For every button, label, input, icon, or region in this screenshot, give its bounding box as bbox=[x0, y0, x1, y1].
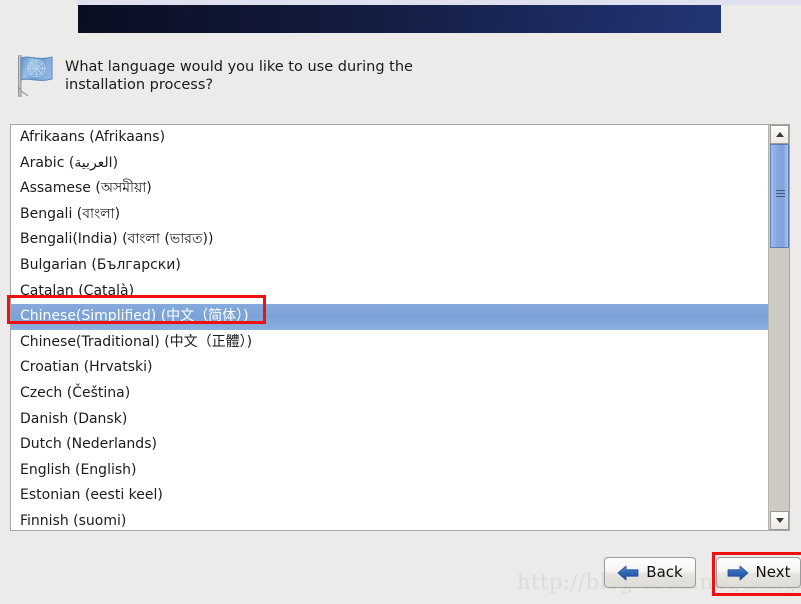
list-item[interactable]: Danish (Dansk) bbox=[11, 407, 768, 433]
list-item[interactable]: Czech (Čeština) bbox=[11, 381, 768, 407]
list-item[interactable]: Arabic (العربية) bbox=[11, 151, 768, 177]
list-item[interactable]: Assamese (অসমীয়া) bbox=[11, 176, 768, 202]
scrollbar-down-button[interactable] bbox=[770, 511, 789, 530]
back-button-label: Back bbox=[646, 563, 683, 581]
chevron-down-icon bbox=[775, 518, 784, 523]
list-item[interactable]: Afrikaans (Afrikaans) bbox=[11, 125, 768, 151]
list-item[interactable]: English (English) bbox=[11, 458, 768, 484]
prompt-text: What language would you like to use duri… bbox=[65, 59, 413, 93]
list-item[interactable]: Bengali (বাংলা) bbox=[11, 202, 768, 228]
list-item[interactable]: Bulgarian (Български) bbox=[11, 253, 768, 279]
scrollbar-grip-icon bbox=[776, 190, 785, 199]
arrow-right-icon bbox=[727, 565, 748, 580]
list-item[interactable]: Chinese(Traditional) (中文（正體）) bbox=[11, 330, 768, 356]
chevron-up-icon bbox=[775, 132, 784, 137]
scrollbar-up-button[interactable] bbox=[770, 125, 789, 144]
prompt-block: What language would you like to use duri… bbox=[10, 52, 770, 104]
language-list[interactable]: Afrikaans (Afrikaans) Arabic (العربية) Ass… bbox=[11, 125, 768, 530]
list-item[interactable]: Finnish (suomi) bbox=[11, 509, 768, 530]
list-item[interactable]: Estonian (eesti keel) bbox=[11, 483, 768, 509]
next-button[interactable]: Next bbox=[716, 557, 801, 588]
next-button-label: Next bbox=[755, 563, 791, 581]
vertical-scrollbar[interactable] bbox=[768, 125, 789, 530]
arrow-left-icon bbox=[617, 565, 639, 580]
installer-banner bbox=[78, 5, 721, 33]
list-item[interactable]: Dutch (Nederlands) bbox=[11, 432, 768, 458]
language-listbox[interactable]: Afrikaans (Afrikaans) Arabic (العربية) Ass… bbox=[10, 124, 790, 531]
back-button[interactable]: Back bbox=[604, 557, 696, 588]
un-flag-icon bbox=[12, 52, 58, 100]
top-strip-left-gap bbox=[0, 0, 77, 5]
scrollbar-thumb[interactable] bbox=[770, 144, 789, 248]
list-item[interactable]: Bengali(India) (বাংলা (ভারত)) bbox=[11, 227, 768, 253]
list-item[interactable]: Catalan (Català) bbox=[11, 279, 768, 305]
list-item[interactable]: Croatian (Hrvatski) bbox=[11, 355, 768, 381]
list-item[interactable]: Chinese(Simplified) (中文（简体）) bbox=[11, 304, 768, 330]
